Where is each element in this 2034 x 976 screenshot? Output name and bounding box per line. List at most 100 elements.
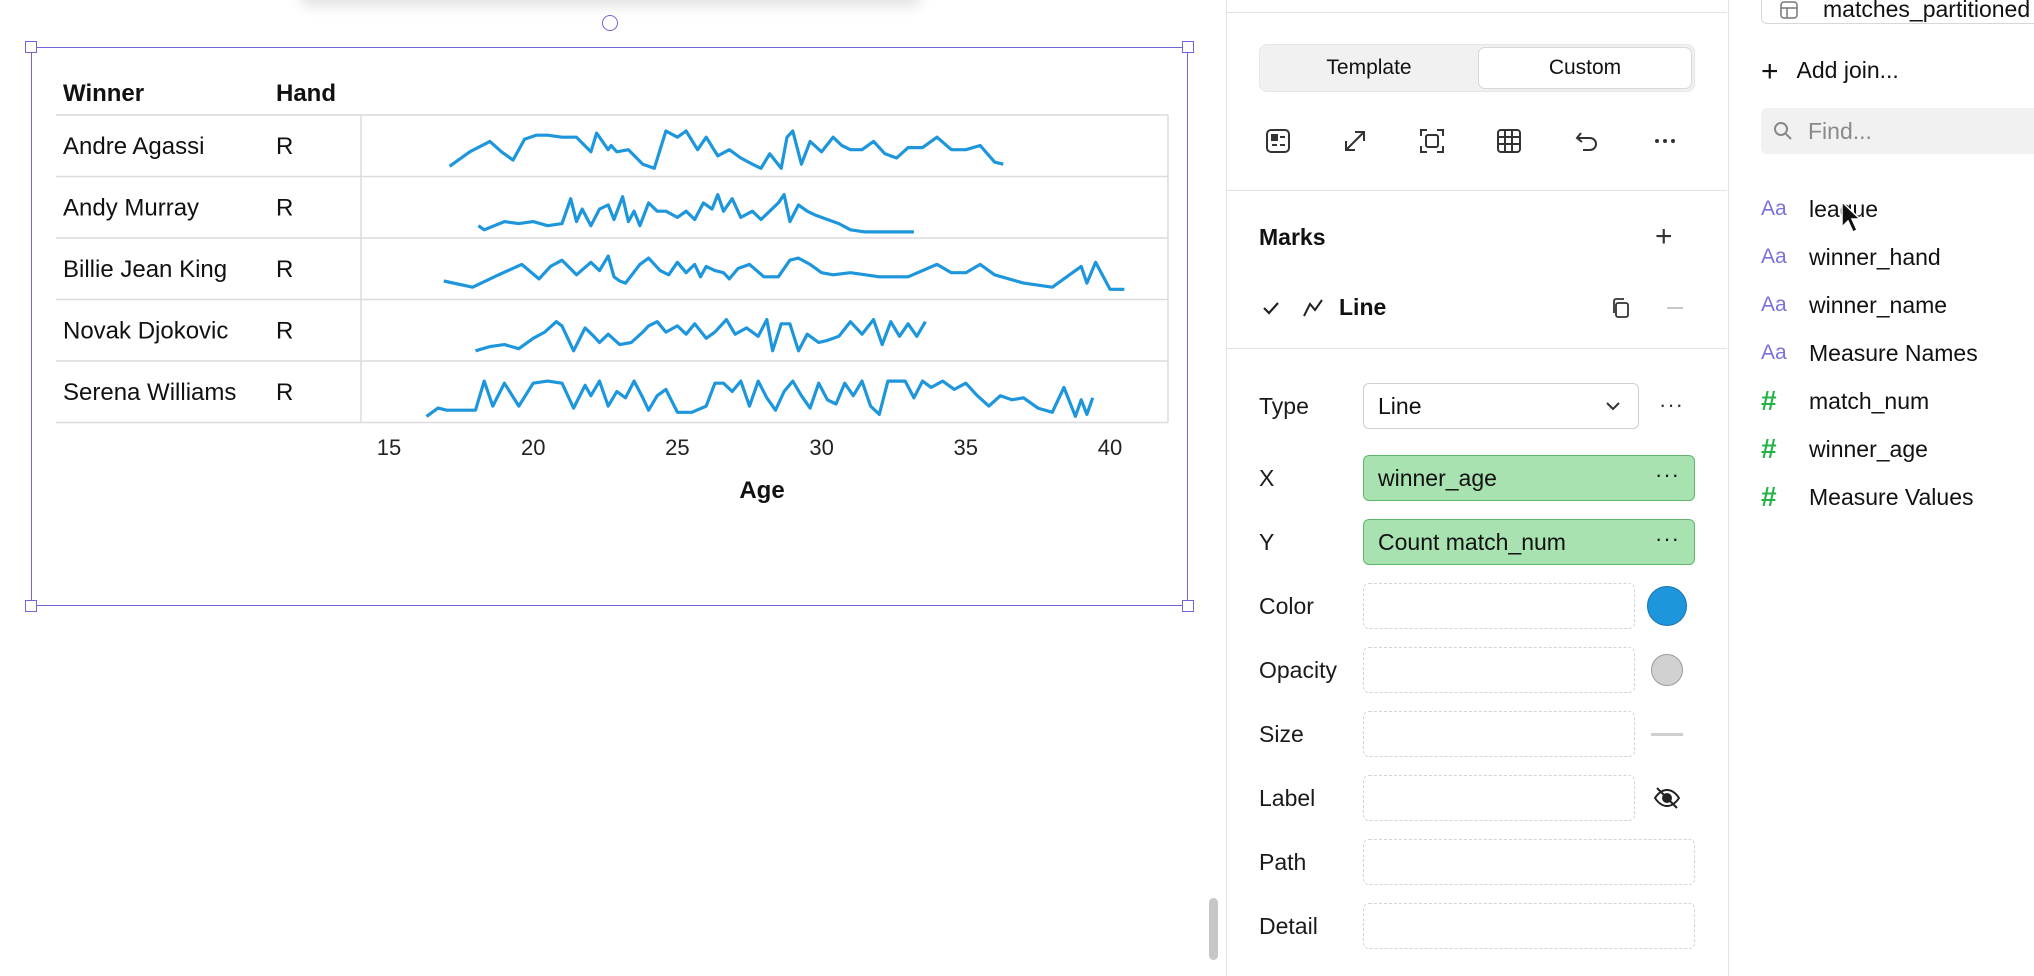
mark-name: Line bbox=[1339, 294, 1387, 320]
label-label: Label bbox=[1259, 785, 1316, 811]
opacity-drop-zone[interactable] bbox=[1363, 647, 1635, 693]
x-tick-label: 20 bbox=[521, 435, 545, 460]
eye-off-icon[interactable] bbox=[1651, 782, 1683, 814]
add-join-label: Add join... bbox=[1796, 57, 1899, 83]
x-tick-label: 30 bbox=[809, 435, 833, 460]
hand-cell: R bbox=[276, 379, 293, 406]
duplicate-icon[interactable] bbox=[1609, 296, 1633, 320]
sparkline-table-chart[interactable]: Winner Hand Andre Agassi R Andy Murray R Bil… bbox=[0, 0, 1226, 976]
detail-drop-zone[interactable] bbox=[1363, 903, 1695, 949]
y-field-pill[interactable]: Count match_num ··· bbox=[1363, 519, 1695, 565]
winner-cell: Andre Agassi bbox=[63, 133, 204, 160]
dimension-icon: Aa bbox=[1761, 293, 1787, 316]
fit-icon[interactable] bbox=[1414, 123, 1450, 159]
hand-cell: R bbox=[276, 256, 293, 283]
dimension-icon: Aa bbox=[1761, 341, 1787, 364]
dimension-icon: Aa bbox=[1761, 245, 1787, 268]
tab-custom[interactable]: Custom bbox=[1478, 47, 1692, 89]
table-icon[interactable] bbox=[1491, 123, 1527, 159]
x-field-pill[interactable]: winner_age ··· bbox=[1363, 455, 1695, 501]
template-icon[interactable] bbox=[1260, 123, 1296, 159]
check-icon bbox=[1263, 302, 1279, 315]
opacity-swatch[interactable] bbox=[1651, 654, 1683, 686]
label-drop-zone[interactable] bbox=[1363, 775, 1635, 821]
chevron-down-icon bbox=[1606, 402, 1620, 411]
sparkline-series bbox=[448, 129, 1004, 170]
mark-row-line[interactable]: Line bbox=[1259, 290, 1699, 326]
type-select[interactable]: Line bbox=[1363, 383, 1639, 429]
measure-icon: # bbox=[1761, 481, 1777, 512]
field-winner-hand[interactable]: Aa winner_hand bbox=[1761, 239, 1941, 275]
x-axis-title: Age bbox=[739, 477, 784, 504]
tab-template[interactable]: Template bbox=[1262, 47, 1476, 89]
panel-divider-2 bbox=[1227, 348, 1727, 349]
x-label: X bbox=[1259, 465, 1275, 491]
more-icon[interactable] bbox=[1647, 123, 1683, 159]
winner-cell: Novak Djokovic bbox=[63, 317, 228, 344]
size-indicator[interactable] bbox=[1651, 733, 1683, 736]
find-placeholder: Find... bbox=[1808, 118, 1872, 144]
plus-icon: + bbox=[1761, 55, 1779, 88]
y-pill-more-icon[interactable]: ··· bbox=[1655, 526, 1680, 552]
size-label: Size bbox=[1259, 721, 1304, 747]
path-drop-zone[interactable] bbox=[1363, 839, 1695, 885]
find-field[interactable]: Find... bbox=[1761, 108, 2034, 154]
field-name: winner_age bbox=[1809, 435, 1928, 462]
canvas-area[interactable]: Winner Hand Andre Agassi R Andy Murray R Bil… bbox=[0, 0, 1226, 976]
panel-divider bbox=[1227, 190, 1727, 191]
field-name: Measure Names bbox=[1809, 339, 1978, 366]
detail-label: Detail bbox=[1259, 913, 1318, 939]
panel-top-divider bbox=[1227, 12, 1727, 13]
undo-icon[interactable] bbox=[1569, 123, 1605, 159]
field-match-num[interactable]: # match_num bbox=[1761, 383, 1929, 419]
y-label: Y bbox=[1259, 529, 1275, 555]
header-winner: Winner bbox=[63, 80, 144, 107]
x-tick-label: 35 bbox=[954, 435, 978, 460]
type-select-value: Line bbox=[1378, 392, 1422, 419]
mode-toggle: Template Custom bbox=[1259, 44, 1695, 92]
line-mark-icon bbox=[1303, 299, 1323, 317]
table-source-icon bbox=[1780, 1, 1798, 19]
opacity-label: Opacity bbox=[1259, 657, 1337, 683]
x-field-value: winner_age bbox=[1378, 464, 1497, 491]
remove-mark-icon[interactable] bbox=[1663, 296, 1687, 320]
winner-cell: Billie Jean King bbox=[63, 256, 227, 283]
field-measure-values[interactable]: # Measure Values bbox=[1761, 479, 1974, 515]
expand-icon[interactable] bbox=[1337, 123, 1373, 159]
hand-cell: R bbox=[276, 133, 293, 160]
field-winner-name[interactable]: Aa winner_name bbox=[1761, 287, 1947, 323]
mouse-cursor-icon bbox=[1841, 200, 1862, 234]
type-more-icon[interactable]: ··· bbox=[1659, 392, 1684, 418]
search-icon bbox=[1774, 122, 1792, 140]
hand-cell: R bbox=[276, 194, 293, 221]
winner-cell: Serena Williams bbox=[63, 379, 236, 406]
type-label: Type bbox=[1259, 393, 1309, 419]
sparkline-series bbox=[475, 318, 927, 353]
field-name: winner_name bbox=[1809, 291, 1948, 318]
properties-panel: Template Custom Marks + Line Type Line ·… bbox=[1226, 0, 1728, 976]
hand-cell: R bbox=[276, 317, 293, 344]
dimension-icon: Aa bbox=[1761, 197, 1787, 220]
path-label: Path bbox=[1259, 849, 1307, 875]
field-measure-names[interactable]: Aa Measure Names bbox=[1761, 335, 1978, 371]
datasource-name[interactable]: matches_partitioned bbox=[1823, 0, 2030, 23]
size-drop-zone[interactable] bbox=[1363, 711, 1635, 757]
x-tick-label: 15 bbox=[377, 435, 401, 460]
x-tick-label: 40 bbox=[1098, 435, 1122, 460]
field-name: winner_hand bbox=[1809, 243, 1941, 270]
data-panel: matches_partitioned + Add join... Find...… bbox=[1728, 0, 2034, 976]
color-label: Color bbox=[1259, 593, 1314, 619]
y-field-value: Count match_num bbox=[1378, 528, 1566, 555]
x-pill-more-icon[interactable]: ··· bbox=[1655, 462, 1680, 488]
add-join-button[interactable]: + Add join... bbox=[1761, 52, 1899, 88]
canvas-scrollbar[interactable] bbox=[1209, 898, 1218, 960]
marks-title: Marks bbox=[1259, 224, 1326, 250]
measure-icon: # bbox=[1761, 385, 1777, 416]
field-winner-age[interactable]: # winner_age bbox=[1761, 431, 1928, 467]
add-mark-icon[interactable]: + bbox=[1655, 222, 1673, 252]
color-drop-zone[interactable] bbox=[1363, 583, 1635, 629]
header-hand: Hand bbox=[276, 80, 336, 107]
sparkline-series bbox=[425, 379, 1095, 418]
color-swatch[interactable] bbox=[1647, 586, 1687, 626]
x-tick-label: 25 bbox=[665, 435, 689, 460]
